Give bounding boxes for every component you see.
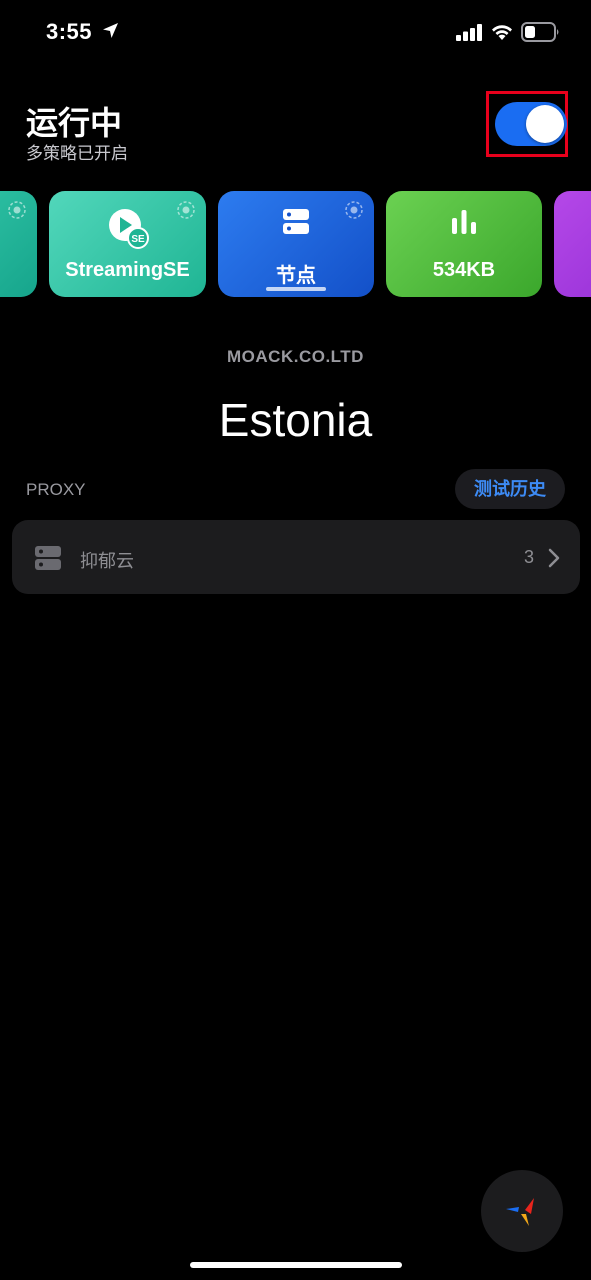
card-traffic[interactable]: 534KB [386, 191, 542, 297]
floating-action-button[interactable] [481, 1170, 563, 1252]
policy-card-row[interactable]: SE StreamingSE 节点 534KB [0, 191, 591, 297]
play-se-icon: SE [108, 209, 149, 249]
card-label: StreamingSE [65, 259, 190, 281]
status-bar: 3:55 [0, 0, 591, 64]
card-label: 节点 [276, 265, 316, 287]
cellular-signal-icon [456, 24, 482, 41]
toggle-knob [526, 105, 564, 143]
server-icon [35, 546, 61, 570]
battery-icon [521, 22, 559, 42]
svg-text:SE: SE [131, 234, 145, 245]
vpn-toggle-switch[interactable] [495, 102, 567, 146]
home-indicator [190, 1262, 402, 1268]
card-streaming-se[interactable]: SE StreamingSE [49, 191, 206, 297]
wifi-icon [492, 25, 512, 40]
bar-chart-icon [452, 210, 476, 234]
proxy-group-count: 3 [523, 547, 534, 567]
chevron-right-icon [548, 548, 560, 568]
app-screen: 3:55 运行中 多策略已开启 SE StreamingSE 节点 534KB … [0, 0, 591, 1280]
status-title: 运行中 [26, 105, 123, 141]
selection-dot-icon [345, 201, 363, 219]
card-label: 534KB [432, 259, 496, 281]
card-nodes[interactable]: 节点 [218, 191, 374, 297]
status-subtitle: 多策略已开启 [26, 144, 128, 163]
selection-dot-icon [177, 201, 195, 219]
test-history-button[interactable]: 测试历史 [455, 469, 565, 509]
section-label-proxy: PROXY [26, 480, 86, 499]
proxy-group-row[interactable]: 抑郁云 3 [12, 520, 580, 594]
selected-card-indicator [266, 287, 326, 291]
location-arrow-icon [103, 23, 118, 38]
provider-name: MOACK.CO.LTD [227, 347, 364, 366]
status-time: 3:55 [46, 19, 93, 44]
selection-dot-icon [8, 201, 26, 219]
server-icon [283, 209, 309, 234]
selected-location: Estonia [218, 394, 373, 446]
card-partial-left[interactable] [0, 191, 37, 297]
card-partial-right[interactable] [554, 191, 591, 297]
app-logo-icon [506, 1198, 534, 1226]
proxy-group-name: 抑郁云 [80, 551, 134, 571]
